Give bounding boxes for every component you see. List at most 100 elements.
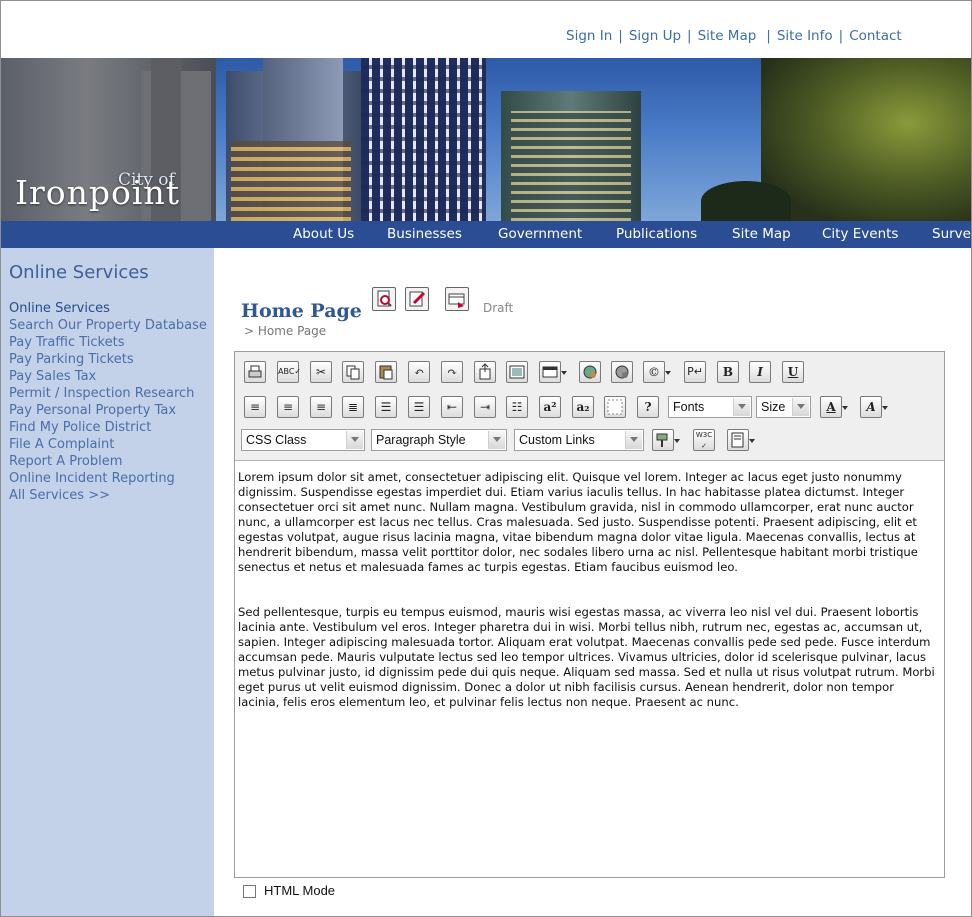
top-links: Sign In | Sign Up | Site Map | Site Info | Conta… — [566, 28, 902, 44]
subscript-button[interactable]: a₂ — [572, 396, 594, 418]
edit-icon — [409, 291, 426, 307]
bold-button[interactable]: B — [717, 361, 739, 383]
sidebar-item-permit-inspection[interactable]: Permit / Inspection Research — [9, 385, 209, 402]
city-banner-image: City of Ironpoint — [1, 58, 971, 221]
align-left-button[interactable]: ≡ — [244, 396, 266, 418]
undo-button[interactable]: ↶ — [408, 361, 430, 383]
rich-text-editor: ABC✓ ✂ ↶ ↷ © P↵ B I U ≡ ≡ ≡ ≣ ☰ ☰ ⇤ ⇥ ☷ — [234, 351, 945, 878]
nav-government[interactable]: Government — [498, 226, 582, 242]
sign-up-link[interactable]: Sign Up — [629, 28, 681, 44]
align-center-button[interactable]: ≡ — [277, 396, 299, 418]
list-style-icon: ☷ — [511, 400, 523, 414]
sidebar-item-police-district[interactable]: Find My Police District — [9, 419, 209, 436]
underline-button[interactable]: U — [782, 361, 804, 383]
page-title: Home Page — [241, 300, 362, 322]
chevron-down-icon — [792, 398, 809, 416]
spellcheck-button[interactable]: ABC✓ — [277, 361, 302, 383]
outdent-button[interactable]: ⇤ — [441, 396, 463, 418]
nav-city-events[interactable]: City Events — [822, 226, 898, 242]
insert-file-button[interactable] — [474, 361, 496, 383]
bold-icon: B — [722, 365, 734, 379]
sidebar-title: Online Services — [9, 262, 149, 283]
justify-button[interactable]: ≣ — [342, 396, 364, 418]
highlight-color-button[interactable]: A — [860, 396, 888, 418]
superscript-button[interactable]: a² — [539, 396, 561, 418]
nav-survey[interactable]: Survey — [932, 226, 971, 242]
bullet-list-button[interactable]: ☰ — [408, 396, 430, 418]
nav-publications[interactable]: Publications — [616, 226, 697, 242]
sidebar-item-incident-reporting[interactable]: Online Incident Reporting — [9, 470, 209, 487]
main-nav: About Us Businesses Government Publicati… — [1, 221, 971, 248]
copy-icon — [346, 365, 360, 380]
print-button[interactable] — [244, 361, 266, 383]
sidebar-item-report-problem[interactable]: Report A Problem — [9, 453, 209, 470]
sidebar-item-online-services[interactable]: Online Services — [9, 300, 209, 317]
help-button[interactable]: ? — [637, 396, 659, 418]
align-right-button[interactable]: ≡ — [310, 396, 332, 418]
edit-page-button[interactable] — [405, 287, 429, 311]
font-color-icon: A — [826, 400, 836, 414]
remove-link-button[interactable] — [611, 361, 633, 383]
nav-about-us[interactable]: About Us — [293, 226, 354, 242]
nav-businesses[interactable]: Businesses — [387, 226, 462, 242]
publish-page-button[interactable] — [445, 287, 469, 311]
align-left-icon: ≡ — [249, 400, 261, 414]
chevron-down-icon — [346, 431, 363, 449]
sidebar-item-personal-property-tax[interactable]: Pay Personal Property Tax — [9, 402, 209, 419]
sidebar-item-parking-tickets[interactable]: Pay Parking Tickets — [9, 351, 209, 368]
editor-toolbar: ABC✓ ✂ ↶ ↷ © P↵ B I U ≡ ≡ ≡ ≣ ☰ ☰ ⇤ ⇥ ☷ — [235, 352, 944, 461]
italic-button[interactable]: I — [749, 361, 771, 383]
nav-site-map[interactable]: Site Map — [732, 226, 791, 242]
hyperlink-button[interactable] — [579, 361, 601, 383]
format-painter-button[interactable] — [652, 429, 680, 451]
cut-button[interactable]: ✂ — [310, 361, 332, 383]
site-info-link[interactable]: Site Info — [777, 28, 833, 44]
custom-links-select[interactable]: Custom Links — [514, 429, 644, 451]
insert-table-button[interactable] — [539, 361, 567, 383]
sidebar-item-all-services[interactable]: All Services >> — [9, 487, 209, 504]
size-select-value: Size — [761, 400, 786, 414]
insert-file-icon — [479, 363, 491, 380]
w3c-validate-button[interactable]: W3C ✓ — [693, 429, 715, 451]
sidebar-item-file-complaint[interactable]: File A Complaint — [9, 436, 209, 453]
font-color-button[interactable]: A — [820, 396, 848, 418]
site-map-link[interactable]: Site Map — [698, 28, 757, 44]
contact-link[interactable]: Contact — [849, 28, 902, 44]
separator: | — [838, 28, 844, 44]
css-class-select[interactable]: CSS Class — [241, 429, 365, 451]
insert-image-button[interactable] — [506, 361, 528, 383]
sign-in-link[interactable]: Sign In — [566, 28, 612, 44]
justify-icon: ≣ — [347, 400, 359, 414]
numbered-list-icon: ☰ — [380, 400, 392, 414]
sidebar-item-sales-tax[interactable]: Pay Sales Tax — [9, 368, 209, 385]
remove-link-icon — [615, 365, 629, 379]
paragraph-mark-button[interactable]: P↵ — [684, 361, 706, 383]
source-view-button[interactable] — [727, 429, 755, 451]
page-status: Draft — [483, 301, 514, 315]
breadcrumb[interactable]: > Home Page — [244, 324, 326, 338]
fonts-select[interactable]: Fonts — [668, 396, 752, 418]
preview-page-button[interactable] — [372, 287, 396, 311]
subscript-icon: a₂ — [576, 400, 590, 414]
copy-button[interactable] — [342, 361, 364, 383]
fonts-select-value: Fonts — [673, 400, 705, 414]
list-style-button[interactable]: ☷ — [506, 396, 528, 418]
paste-button[interactable] — [375, 361, 397, 383]
size-select[interactable]: Size — [756, 396, 811, 418]
sidebar-item-traffic-tickets[interactable]: Pay Traffic Tickets — [9, 334, 209, 351]
editor-content-area[interactable]: Lorem ipsum dolor sit amet, consectetuer… — [238, 470, 938, 740]
indent-button[interactable]: ⇥ — [474, 396, 496, 418]
html-mode-checkbox[interactable] — [243, 885, 256, 898]
guidelines-button[interactable] — [604, 396, 626, 418]
separator: | — [618, 28, 623, 44]
site-logo[interactable]: Ironpoint — [15, 173, 180, 212]
sidebar-item-search-property[interactable]: Search Our Property Database — [9, 317, 209, 334]
editor-paragraph: Lorem ipsum dolor sit amet, consectetuer… — [238, 470, 918, 574]
paragraph-style-select[interactable]: Paragraph Style — [371, 429, 507, 451]
spellcheck-icon: ABC✓ — [278, 367, 302, 376]
hyperlink-icon — [583, 365, 597, 379]
special-characters-button[interactable]: © — [643, 361, 671, 383]
redo-button[interactable]: ↷ — [441, 361, 463, 383]
special-char-icon: © — [648, 365, 660, 379]
numbered-list-button[interactable]: ☰ — [375, 396, 397, 418]
